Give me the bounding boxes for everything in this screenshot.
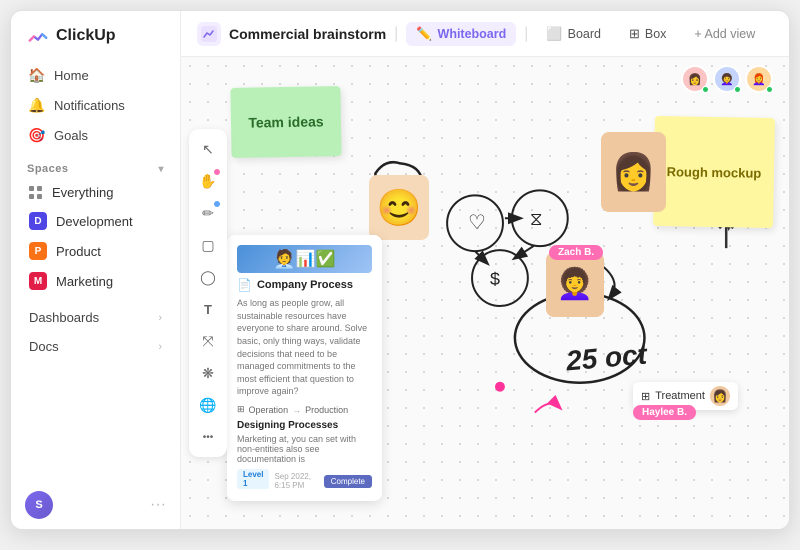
- topbar: Commercial brainstorm | ✏️ Whiteboard | …: [181, 11, 789, 57]
- collaborator-2: 👩‍🦱: [713, 65, 741, 93]
- doc-date: Sep 2022, 6:15 PM: [274, 472, 318, 490]
- svg-text:♡: ♡: [468, 212, 486, 234]
- connector-tool[interactable]: ⤧: [194, 327, 222, 355]
- separator2: |: [524, 25, 528, 43]
- sidebar-item-development[interactable]: D Development: [19, 207, 172, 235]
- separator: |: [394, 25, 398, 43]
- svg-text:$: $: [490, 269, 500, 289]
- bell-icon: 🔔: [29, 97, 45, 113]
- rect-tool[interactable]: ▢: [194, 231, 222, 259]
- sidebar-item-goals[interactable]: 🎯 Goals: [19, 121, 172, 149]
- svg-text:⧖: ⧖: [530, 209, 543, 229]
- clickup-logo-icon: [27, 25, 49, 47]
- pen-tool[interactable]: ✏: [194, 199, 222, 227]
- person-photo-woman-2: 👩‍🦱: [546, 252, 604, 317]
- chevron-down-icon[interactable]: ▾: [158, 164, 164, 175]
- flow-icon: ⊞: [237, 404, 245, 415]
- sidebar-item-home[interactable]: 🏠 Home: [19, 61, 172, 89]
- canvas-toolbar: ↖ ✋ ✏ ▢ ◯ T ⤧ ❋ 🌐 •••: [189, 129, 227, 457]
- treatment-avatar: 👩: [710, 386, 730, 406]
- document-card[interactable]: 🧑‍💼 📊 ✅ 📄 Company Process As long as peo…: [227, 235, 382, 501]
- doc-complete-button[interactable]: Complete: [324, 475, 372, 488]
- product-space-icon: P: [29, 242, 47, 260]
- marketing-space-icon: M: [29, 272, 47, 290]
- chevron-right-icon: ›: [158, 341, 162, 353]
- app-name: ClickUp: [56, 27, 116, 45]
- sidebar-item-everything[interactable]: Everything: [19, 180, 172, 205]
- online-indicator-1: [702, 86, 709, 93]
- doc-file-icon: 📄: [237, 278, 252, 292]
- flow-arrow-icon: →: [292, 405, 301, 415]
- whiteboard-canvas[interactable]: ↖ ✋ ✏ ▢ ◯ T ⤧ ❋ 🌐 ••• 👩: [181, 57, 789, 529]
- more-icon[interactable]: ···: [150, 496, 166, 514]
- collaborator-1: 👩: [681, 65, 709, 93]
- online-indicator-2: [734, 86, 741, 93]
- doc-description: As long as people grow, all sustainable …: [237, 297, 372, 398]
- doc-banner: 🧑‍💼 📊 ✅: [237, 245, 372, 273]
- tab-box[interactable]: ⊞ Box: [619, 22, 676, 46]
- sidebar: ClickUp 🏠 Home 🔔 Notifications 🎯 Goals S…: [11, 11, 181, 529]
- collaborator-3: 👩‍🦰: [745, 65, 773, 93]
- select-tool[interactable]: ↖: [194, 135, 222, 163]
- more-tools-button[interactable]: •••: [194, 423, 222, 451]
- spaces-header: Spaces ▾: [11, 153, 180, 179]
- haylee-label: Haylee B.: [633, 405, 696, 420]
- globe-tool[interactable]: 🌐: [194, 391, 222, 419]
- zach-label: Zach B.: [549, 245, 603, 260]
- board-icon: ⬜: [546, 26, 562, 42]
- add-view-button[interactable]: + Add view: [684, 23, 765, 45]
- person-photo-woman-1: 👩: [601, 132, 666, 212]
- text-tool[interactable]: T: [194, 295, 222, 323]
- sidebar-footer: S ···: [11, 481, 180, 529]
- sidebar-item-dashboards[interactable]: Dashboards ›: [19, 304, 172, 331]
- hand-tool[interactable]: ✋: [194, 167, 222, 195]
- dev-space-icon: D: [29, 212, 47, 230]
- shape-tool[interactable]: ❋: [194, 359, 222, 387]
- sidebar-item-notifications[interactable]: 🔔 Notifications: [19, 91, 172, 119]
- online-indicator-3: [766, 86, 773, 93]
- main-content: Commercial brainstorm | ✏️ Whiteboard | …: [181, 11, 789, 529]
- doc-flow-row: ⊞ Operation → Production: [237, 404, 372, 415]
- tab-board[interactable]: ⬜ Board: [536, 22, 611, 46]
- doc-title-row: 📄 Company Process: [237, 278, 372, 292]
- treatment-icon: ⊞: [641, 390, 650, 403]
- doc-status-label: Level 1: [237, 469, 269, 489]
- sidebar-item-product[interactable]: P Product: [19, 237, 172, 265]
- doc-section-heading: Designing Processes: [237, 420, 372, 431]
- goals-icon: 🎯: [29, 127, 45, 143]
- grid-icon: [29, 186, 43, 200]
- collaborator-avatars: 👩 👩‍🦱 👩‍🦰: [681, 65, 773, 93]
- tab-whiteboard[interactable]: ✏️ Whiteboard: [406, 22, 516, 46]
- user-avatar[interactable]: S: [25, 491, 53, 519]
- sticky-note-team-ideas[interactable]: Team ideas: [230, 86, 341, 158]
- box-icon: ⊞: [629, 26, 640, 42]
- logo[interactable]: ClickUp: [11, 11, 180, 57]
- sidebar-item-marketing[interactable]: M Marketing: [19, 267, 172, 295]
- app-container: ClickUp 🏠 Home 🔔 Notifications 🎯 Goals S…: [10, 10, 790, 530]
- person-photo-man: 😊: [369, 175, 429, 240]
- chevron-right-icon: ›: [158, 312, 162, 324]
- home-icon: 🏠: [29, 67, 45, 83]
- sidebar-item-docs[interactable]: Docs ›: [19, 333, 172, 360]
- sidebar-bottom: Dashboards › Docs ›: [11, 300, 180, 364]
- page-title: Commercial brainstorm: [229, 26, 386, 42]
- doc-person-text: Marketing at, you can set with non-entit…: [237, 434, 372, 464]
- sticky-note-rough-mockup[interactable]: Rough mockup: [653, 116, 775, 228]
- ellipse-tool[interactable]: ◯: [194, 263, 222, 291]
- page-icon: [197, 22, 221, 46]
- date-text: 25 oct: [565, 339, 648, 378]
- whiteboard-icon: ✏️: [416, 26, 432, 42]
- sidebar-nav: 🏠 Home 🔔 Notifications 🎯 Goals: [11, 57, 180, 153]
